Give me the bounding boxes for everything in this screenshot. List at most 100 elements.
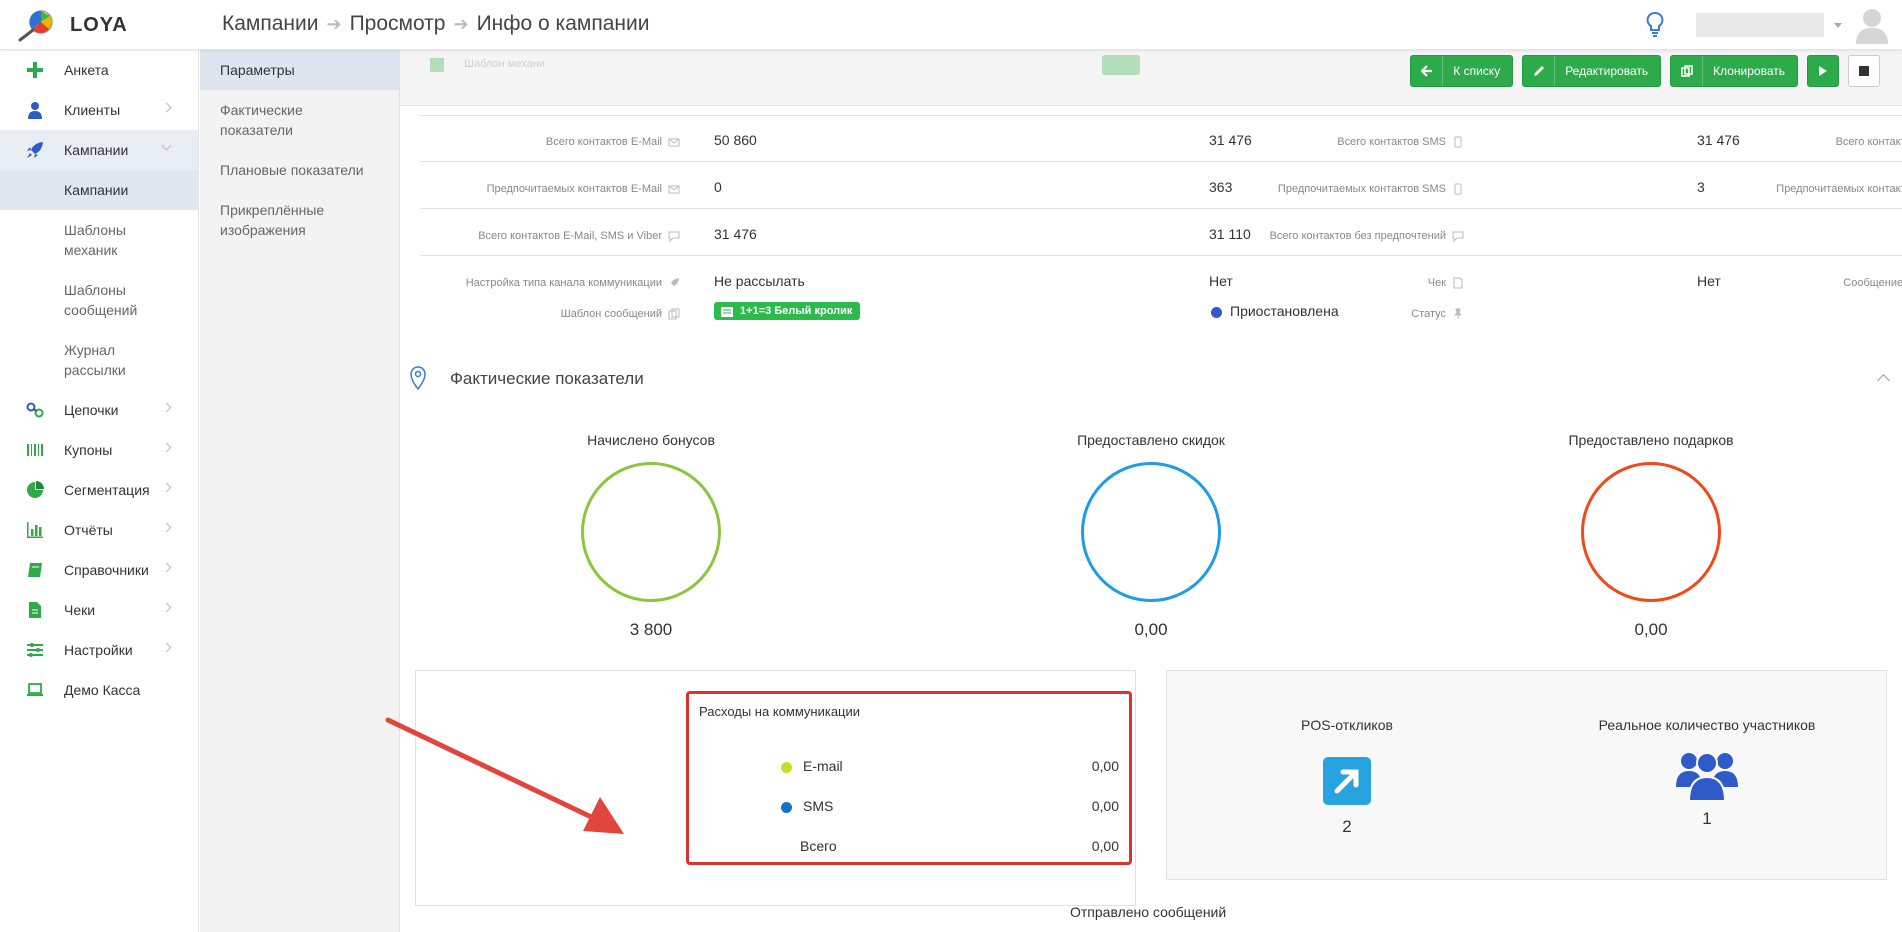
sidebar-item-chains[interactable]: Цепочки (0, 390, 198, 430)
logo-text: LOYA (70, 13, 128, 36)
clone-button[interactable]: Клонировать (1670, 55, 1798, 87)
stop-icon (1859, 66, 1869, 76)
section-title: Фактические показатели (450, 369, 644, 388)
logo-icon (18, 10, 53, 42)
sidebar-item-label: Цепочки (64, 402, 119, 418)
copy-icon (1671, 56, 1704, 86)
chevron-right-icon (161, 522, 172, 533)
info-value: 50 860 (714, 132, 757, 148)
participants-value: 1 (1702, 809, 1712, 828)
sidebar-subitem-message-templates[interactable]: Шаблоны сообщений (0, 270, 150, 330)
play-icon (1819, 66, 1827, 76)
info-row: Настройка типа канала коммуникации Шабло… (420, 256, 1902, 336)
metric-bonuses: Начислено бонусов 3 800 (501, 432, 801, 640)
legend-dot (781, 802, 792, 813)
cost-row-email: E-mail 0,00 (689, 758, 1129, 778)
sidebar: Анкета Клиенты Кампании Кампании Шаблоны… (0, 50, 199, 932)
checkbox-icon (430, 58, 444, 72)
arrow-right-icon: ➔ (326, 13, 342, 34)
chevron-down-icon[interactable] (1834, 22, 1842, 28)
metric-ring (1081, 462, 1221, 602)
chevron-right-icon (161, 482, 172, 493)
info-row: Всего контактов E-Mail, SMS и Viber 31 4… (420, 209, 1902, 256)
main-content: Шаблон механи К списку Редактировать Кло… (385, 50, 1902, 932)
chat-icon (1452, 231, 1464, 242)
top-header: LOYA Кампании ➔ Просмотр ➔ Инфо о кампан… (0, 0, 1902, 50)
metric-ring (1581, 462, 1721, 602)
action-toolbar: Шаблон механи К списку Редактировать Кло… (400, 50, 1902, 106)
subnav-item-actual-indicators[interactable]: Фактические показатели (200, 90, 320, 150)
metric-title: Начислено бонусов (587, 432, 715, 448)
sidebar-item-segmentation[interactable]: Сегментация (0, 470, 198, 510)
sidebar-item-receipts[interactable]: Чеки (0, 590, 198, 630)
user-icon (28, 102, 42, 119)
info-label: Шаблон сообщений (560, 308, 662, 320)
breadcrumb-item-view[interactable]: Просмотр (350, 12, 446, 36)
breadcrumb-item-campaigns[interactable]: Кампании (222, 12, 318, 36)
chevron-right-icon (161, 562, 172, 573)
sidebar-item-label: Отчёты (64, 522, 113, 538)
info-label: Настройка типа канала коммуникации (465, 277, 662, 289)
copy-icon (668, 308, 680, 320)
breadcrumb: Кампании ➔ Просмотр ➔ Инфо о кампании (222, 12, 649, 36)
sidebar-item-demo-cashbox[interactable]: Демо Касса (0, 670, 198, 710)
sidebar-item-form[interactable]: Анкета (0, 50, 198, 90)
metric-value: 3 800 (629, 620, 673, 639)
pie-icon (27, 481, 44, 498)
subnav-item-attached-images[interactable]: Прикреплённые изображения (200, 190, 330, 250)
back-to-list-button[interactable]: К списку (1410, 55, 1514, 87)
info-value: 0 (714, 179, 722, 195)
user-name[interactable] (1696, 13, 1824, 37)
pencil-icon (1523, 56, 1556, 86)
info-label: Предпочитаемых контактов E-Mail (486, 183, 662, 195)
chevron-up-icon[interactable] (1877, 374, 1890, 387)
sidebar-item-coupons[interactable]: Купоны (0, 430, 198, 470)
sidebar-item-campaigns[interactable]: Кампании (0, 130, 198, 170)
logo[interactable]: LOYA (16, 8, 128, 42)
chevron-right-icon (161, 402, 172, 413)
info-value: Нет (1209, 273, 1233, 289)
users-group-icon (1676, 752, 1738, 802)
info-value: 31 476 (1697, 132, 1740, 148)
avatar[interactable] (1854, 6, 1890, 44)
pos-value: 2 (1342, 817, 1352, 836)
info-value: 31 476 (714, 226, 757, 242)
info-label: Всего контактов Viber (1835, 136, 1902, 148)
sidebar-subitem-mailing-log[interactable]: Журнал рассылки (0, 330, 140, 390)
play-button[interactable] (1807, 55, 1839, 87)
metric-discounts: Предоставлено скидок 0,00 (1001, 432, 1301, 640)
sidebar-item-reports[interactable]: Отчёты (0, 510, 198, 550)
envelope-icon (668, 185, 680, 194)
stop-button[interactable] (1848, 55, 1880, 87)
faded-template-row: Шаблон механи (420, 52, 1140, 82)
info-label: Всего контактов E-Mail, SMS и Viber (478, 230, 662, 242)
faded-template-text: Шаблон механи (464, 58, 545, 70)
info-value: 363 (1209, 179, 1233, 195)
info-value: Не рассылать (714, 273, 805, 289)
chevron-right-icon (161, 642, 172, 653)
sidebar-item-label: Настройки (64, 642, 133, 658)
subnav-item-planned-indicators[interactable]: Плановые показатели (200, 150, 399, 190)
book-icon (28, 563, 42, 577)
breadcrumb-item-campaign-info: Инфо о кампании (476, 12, 650, 35)
external-arrow-icon (1323, 757, 1371, 805)
info-label: Всего контактов E-Mail (545, 136, 662, 148)
sidebar-item-directories[interactable]: Справочники (0, 550, 198, 590)
info-value: 31 110 (1209, 226, 1251, 242)
lightbulb-icon[interactable] (1644, 10, 1666, 40)
sidebar-item-clients[interactable]: Клиенты (0, 90, 198, 130)
edit-button[interactable]: Редактировать (1522, 55, 1662, 87)
sidebar-item-settings[interactable]: Настройки (0, 630, 198, 670)
chevron-down-icon (161, 140, 172, 151)
barcode-icon (27, 444, 43, 456)
sidebar-item-label: Кампании (64, 142, 129, 158)
info-value: Нет (1697, 273, 1721, 289)
subnav-item-parameters[interactable]: Параметры (200, 50, 399, 90)
chevron-right-icon (161, 602, 172, 613)
sidebar-item-label: Демо Касса (64, 682, 141, 698)
facts-section-header[interactable]: Фактические показатели (410, 362, 1892, 402)
sidebar-subitem-mechanic-templates[interactable]: Шаблоны механик (0, 210, 150, 270)
cost-row-total: Всего 0,00 (800, 838, 1119, 854)
legend-dot (781, 762, 792, 773)
sidebar-subitem-campaigns[interactable]: Кампании (0, 170, 198, 210)
